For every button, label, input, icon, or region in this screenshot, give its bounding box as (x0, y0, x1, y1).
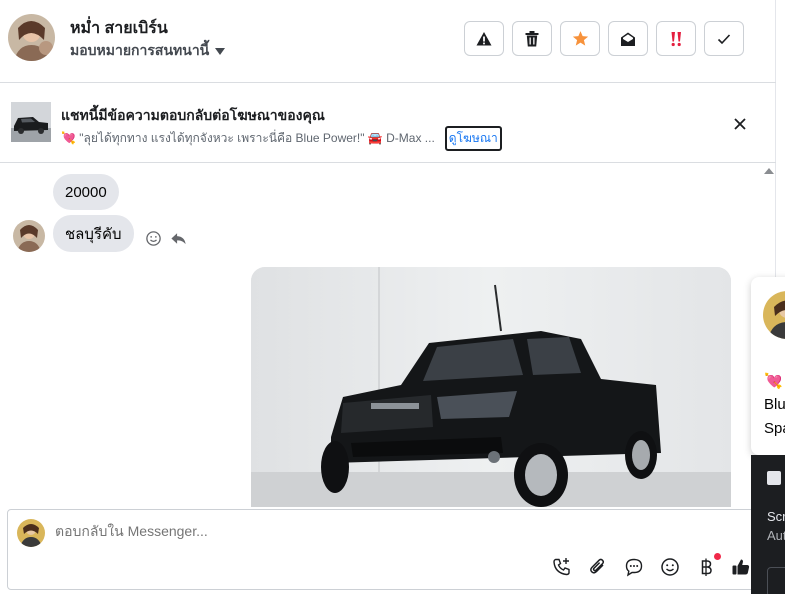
side-card-line: Blu (764, 396, 785, 413)
baht-icon (701, 558, 712, 576)
reply-input[interactable] (55, 523, 655, 539)
app-icon (767, 471, 781, 485)
side-dark-line: Scr (767, 509, 785, 524)
delete-button[interactable] (512, 21, 552, 56)
incoming-message[interactable]: 20000 (53, 174, 119, 210)
contact-name[interactable]: หม่ำ สายเบิร์น (70, 16, 168, 41)
assign-label: มอบหมายการสนทนานี้ (70, 42, 210, 58)
paperclip-icon (590, 558, 605, 574)
mark-done-button[interactable] (704, 21, 744, 56)
caret-down-icon (215, 47, 226, 55)
ad-reply-title: แชทนี้มีข้อความตอบกลับต่อโฆษณาของคุณ (61, 107, 325, 123)
smiley-icon (146, 231, 161, 246)
envelope-open-icon (621, 32, 635, 46)
page-avatar (17, 519, 45, 547)
reply-arrow-icon (171, 233, 186, 245)
thumbs-up-icon (732, 559, 750, 575)
side-card-avatar (763, 291, 785, 339)
react-button[interactable] (145, 230, 163, 248)
side-dark-panel[interactable]: Scr Aut (751, 455, 785, 594)
attached-photo-pickup-truck[interactable] (251, 267, 731, 507)
trash-icon (525, 30, 539, 46)
message-thread[interactable]: 20000 ชลบุรีคับ (0, 163, 776, 507)
conversation-header: หม่ำ สายเบิร์น มอบหมายการสนทนานี้ (0, 0, 776, 83)
side-notification-card[interactable]: 💘 Blu Spa (751, 277, 785, 455)
view-ad-link[interactable]: ดูโฆษณา (444, 126, 502, 151)
add-call-button[interactable] (551, 556, 573, 578)
ad-reply-banner: แชทนี้มีข้อความตอบกลับต่อโฆษณาของคุณ 💘 "… (0, 84, 776, 163)
side-dark-button[interactable] (767, 567, 785, 594)
star-button[interactable] (560, 21, 600, 56)
contact-avatar[interactable] (8, 14, 55, 61)
reply-button[interactable] (170, 230, 188, 248)
thumbs-up-button[interactable] (730, 556, 752, 578)
warning-icon (476, 31, 492, 45)
message-text: 20000 (65, 183, 107, 201)
mark-unread-button[interactable] (608, 21, 648, 56)
ad-caption: 💘 "ลุยได้ทุกทาง แรงได้ทุกจังหวะ เพราะนี่… (61, 131, 435, 145)
notification-dot (714, 553, 721, 560)
close-icon (734, 118, 746, 130)
sender-avatar[interactable] (13, 220, 45, 252)
close-banner-button[interactable] (730, 114, 750, 134)
phone-plus-icon (553, 558, 570, 576)
chat-bubble-icon (625, 558, 643, 577)
smiley-icon (661, 558, 679, 576)
messenger-inbox: หม่ำ สายเบิร์น มอบหมายการสนทนานี้ แชทนี้… (0, 0, 785, 594)
saved-replies-button[interactable] (623, 556, 645, 578)
star-icon (572, 31, 588, 46)
ad-reply-subtitle-row: 💘 "ลุยได้ทุกทาง แรงได้ทุกจังหวะ เพราะนี่… (61, 126, 502, 151)
side-dark-line: Aut (767, 528, 785, 543)
message-text: ชลบุรีคับ (65, 225, 122, 243)
ad-thumbnail[interactable] (11, 102, 51, 142)
payment-button[interactable] (695, 553, 721, 578)
reply-composer (7, 509, 771, 590)
exclamation-icon (671, 31, 681, 46)
incoming-message[interactable]: ชลบุรีคับ (53, 215, 134, 252)
scroll-up-arrow-icon[interactable] (764, 168, 774, 174)
attach-file-button[interactable] (587, 556, 609, 578)
mark-priority-button[interactable] (656, 21, 696, 56)
report-spam-button[interactable] (464, 21, 504, 56)
check-icon (717, 33, 731, 44)
assign-conversation-dropdown[interactable]: มอบหมายการสนทนานี้ (70, 40, 226, 62)
emoji-button[interactable] (659, 556, 681, 578)
conversation-pane: หม่ำ สายเบิร์น มอบหมายการสนทนานี้ แชทนี้… (0, 0, 776, 594)
side-card-line: Spa (764, 420, 785, 437)
side-card-line: 💘 (764, 373, 783, 390)
